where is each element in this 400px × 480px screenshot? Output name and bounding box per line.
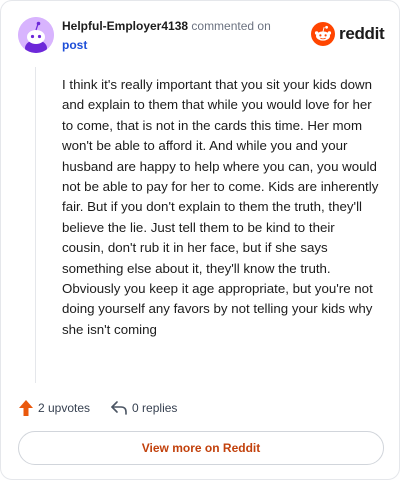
reddit-alien-icon (311, 22, 335, 46)
upvote-arrow-icon (19, 400, 33, 416)
comment-footer: 2 upvotes 0 replies (18, 397, 177, 419)
author-name[interactable]: Helpful-Employer4138 (62, 19, 188, 33)
post-link[interactable]: post (62, 38, 87, 52)
avatar[interactable] (18, 17, 54, 53)
upvote-count: 2 upvotes (38, 401, 91, 415)
reply-button[interactable]: 0 replies (110, 400, 177, 416)
thread-line (35, 67, 36, 383)
reddit-wordmark: reddit (339, 24, 385, 43)
comment-body: I think it's really important that you s… (62, 77, 379, 337)
view-more-button[interactable]: View more on Reddit (18, 431, 384, 465)
comment-header: Helpful-Employer4138 commented on post (62, 17, 297, 55)
reply-arrow-icon (111, 401, 127, 415)
reddit-logo[interactable]: reddit (311, 22, 385, 46)
upvote-button[interactable]: 2 upvotes (18, 399, 90, 417)
commented-on-text: commented on (191, 19, 271, 33)
snoo-avatar-icon (18, 17, 54, 53)
reply-count: 0 replies (132, 401, 178, 415)
comment-card: Helpful-Employer4138 commented on post r… (0, 0, 400, 480)
